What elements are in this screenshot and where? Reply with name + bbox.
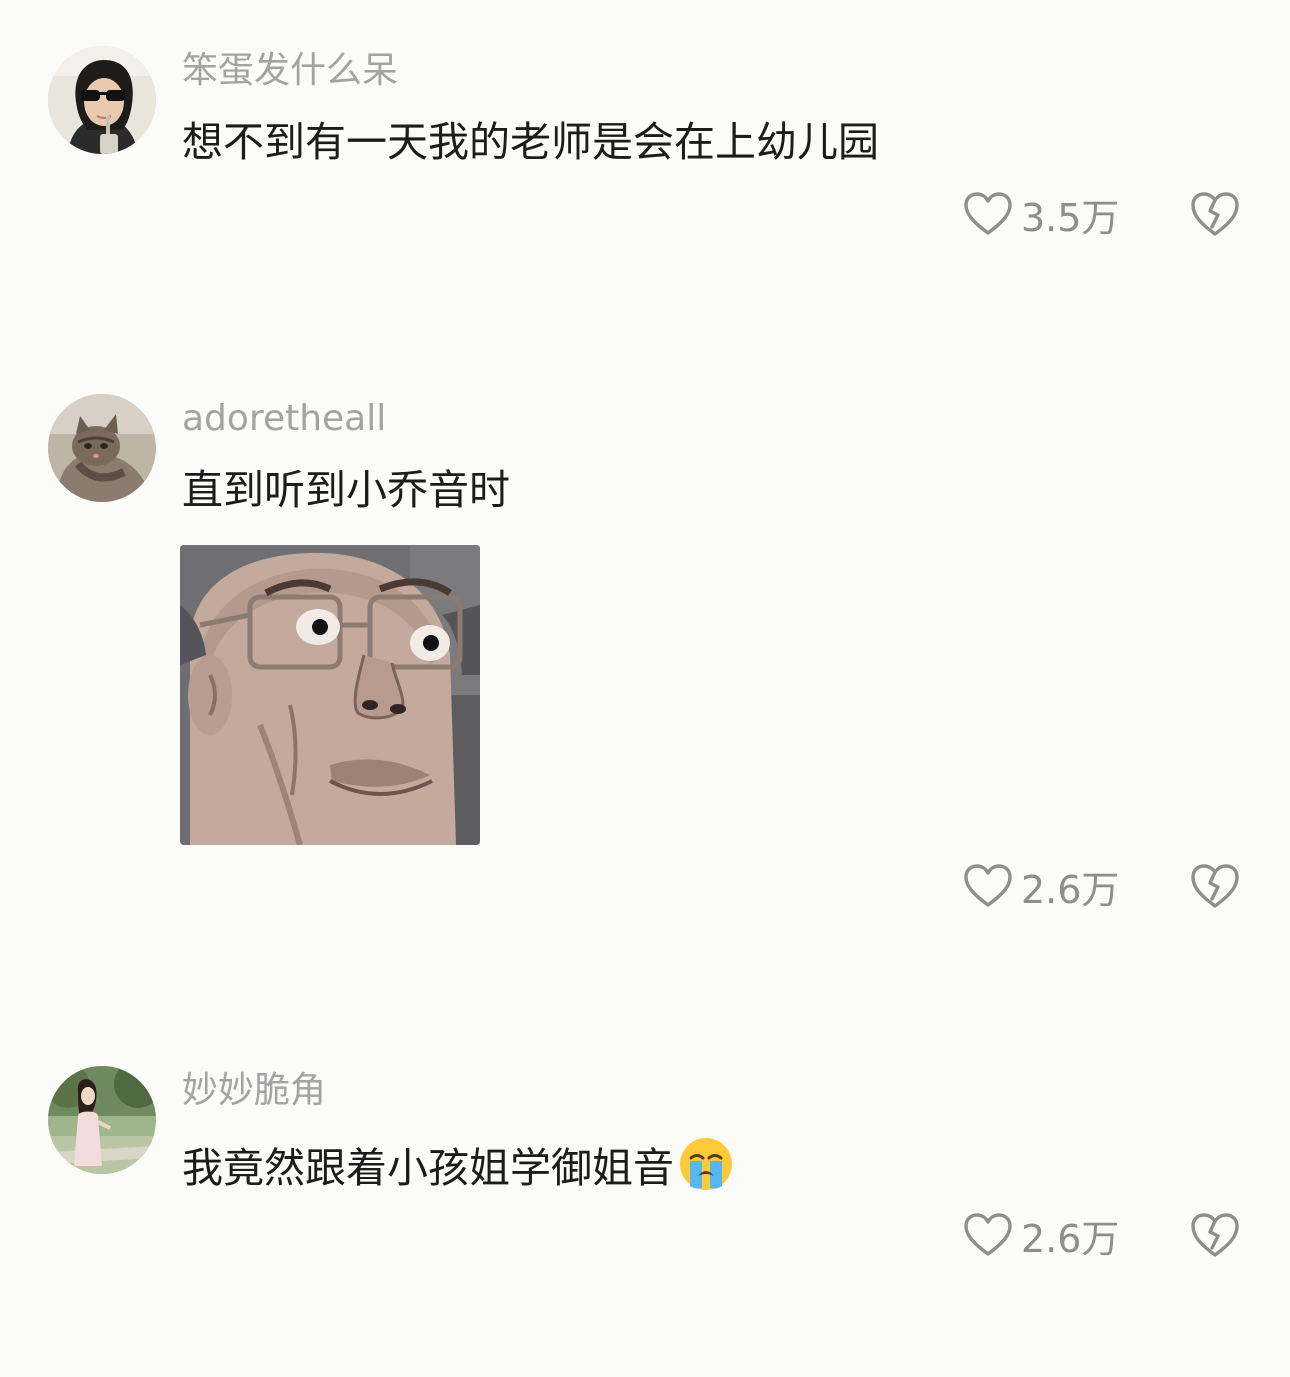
heart-outline-icon bbox=[964, 1213, 1012, 1256]
broken-heart-outline-icon bbox=[1191, 1213, 1239, 1257]
comment-username[interactable]: 妙妙脆角 bbox=[182, 1069, 326, 1113]
avatar[interactable] bbox=[48, 1066, 156, 1174]
comment-text-body: 我竟然跟着小孩姐学御姐音 bbox=[182, 1144, 674, 1192]
like-button[interactable]: 2.6万 bbox=[963, 1209, 1119, 1261]
like-count: 2.6万 bbox=[1021, 1216, 1120, 1261]
comment-item: 妙妙脆角 我竟然跟着小孩姐学御姐音 2.6万 bbox=[0, 0, 1290, 1377]
comment-text: 我竟然跟着小孩姐学御姐音 bbox=[182, 1136, 734, 1194]
dislike-button[interactable] bbox=[1189, 1211, 1241, 1263]
loudly-crying-face-emoji bbox=[678, 1136, 734, 1192]
